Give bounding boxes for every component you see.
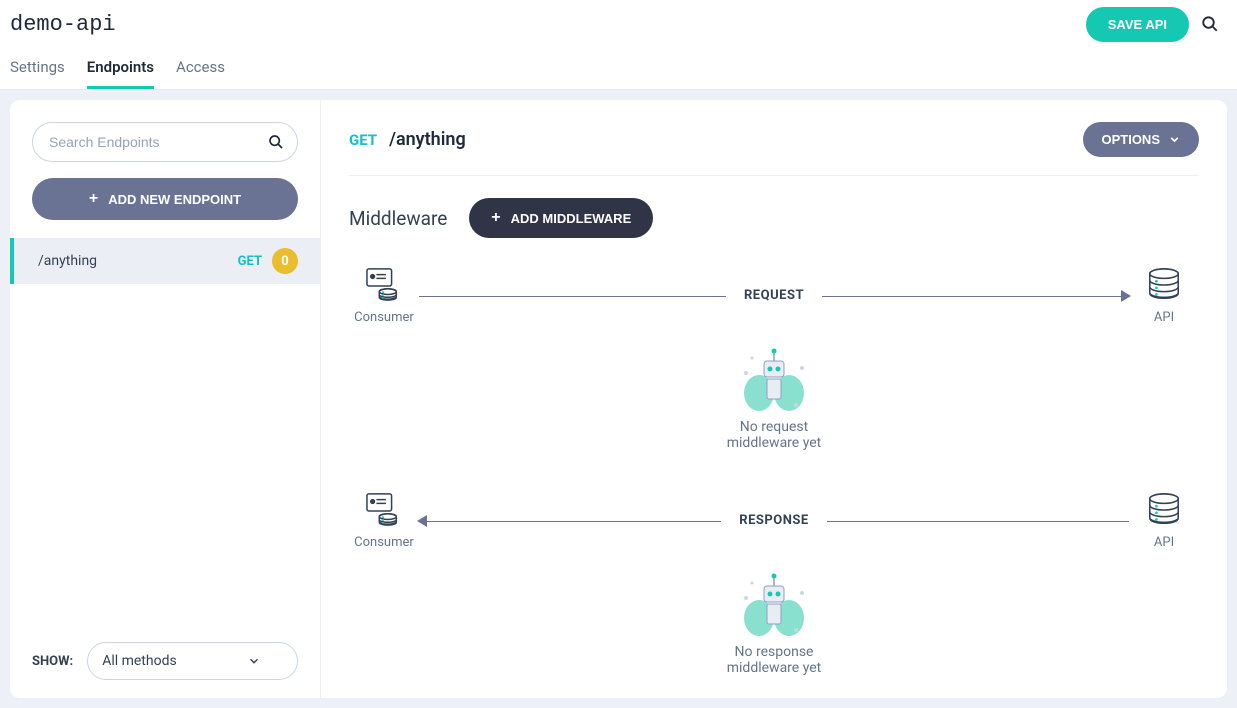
consumer-icon bbox=[365, 267, 403, 303]
show-label: SHOW: bbox=[32, 654, 73, 669]
response-label: RESPONSE bbox=[721, 513, 826, 528]
request-line: REQUEST bbox=[419, 295, 1129, 296]
add-new-endpoint-button[interactable]: + ADD NEW ENDPOINT bbox=[32, 178, 298, 220]
arrow-right-icon bbox=[1121, 290, 1131, 302]
endpoint-search bbox=[32, 122, 298, 162]
sidebar-filter: SHOW: All methods bbox=[10, 642, 320, 680]
middleware-title: Middleware bbox=[349, 207, 447, 230]
endpoint-count-badge: 0 bbox=[272, 248, 298, 274]
body: + ADD NEW ENDPOINT /anything GET 0 SHOW:… bbox=[0, 90, 1237, 708]
options-label: OPTIONS bbox=[1101, 132, 1160, 147]
method-filter-value: All methods bbox=[102, 653, 177, 669]
response-empty-message: No response middleware yet bbox=[727, 644, 822, 676]
tab-access[interactable]: Access bbox=[176, 50, 225, 89]
consumer-label: Consumer bbox=[354, 535, 414, 550]
api-node: API bbox=[1129, 266, 1199, 325]
consumer-icon bbox=[365, 492, 403, 528]
search-input[interactable] bbox=[32, 122, 298, 162]
response-empty-state: No response middleware yet bbox=[349, 568, 1199, 676]
middleware-header: Middleware + ADD MIDDLEWARE bbox=[349, 198, 1199, 238]
add-middleware-label: ADD MIDDLEWARE bbox=[511, 211, 632, 226]
method-filter-select[interactable]: All methods bbox=[87, 642, 298, 680]
request-empty-message: No request middleware yet bbox=[727, 419, 822, 451]
api-label: API bbox=[1154, 310, 1174, 325]
search-icon bbox=[1201, 15, 1219, 33]
endpoint-item[interactable]: /anything GET 0 bbox=[10, 238, 320, 284]
endpoint-path-title: /anything bbox=[389, 129, 466, 150]
main-panel: GET /anything OPTIONS Middleware + ADD M… bbox=[320, 100, 1227, 698]
api-label: API bbox=[1154, 535, 1174, 550]
consumer-label: Consumer bbox=[354, 310, 414, 325]
tab-settings[interactable]: Settings bbox=[10, 50, 65, 89]
chevron-down-icon bbox=[247, 654, 261, 668]
request-label: REQUEST bbox=[726, 288, 822, 303]
sidebar: + ADD NEW ENDPOINT /anything GET 0 SHOW:… bbox=[10, 100, 320, 698]
main-header: GET /anything OPTIONS bbox=[349, 122, 1199, 176]
chevron-down-icon bbox=[1168, 133, 1181, 146]
database-icon bbox=[1145, 267, 1183, 303]
endpoint-method-badge: GET bbox=[349, 131, 377, 149]
plus-icon: + bbox=[89, 190, 98, 208]
endpoint-path: /anything bbox=[38, 253, 97, 269]
consumer-node: Consumer bbox=[349, 491, 419, 550]
request-flow: Consumer REQUEST bbox=[349, 266, 1199, 451]
response-line: RESPONSE bbox=[419, 520, 1129, 521]
options-button[interactable]: OPTIONS bbox=[1083, 122, 1199, 157]
global-search-button[interactable] bbox=[1201, 15, 1219, 33]
consumer-node: Consumer bbox=[349, 266, 419, 325]
database-icon bbox=[1145, 492, 1183, 528]
tabs: Settings Endpoints Access bbox=[0, 50, 1237, 90]
save-api-button[interactable]: SAVE API bbox=[1086, 7, 1189, 42]
arrow-left-icon bbox=[417, 515, 427, 527]
request-empty-state: No request middleware yet bbox=[349, 343, 1199, 451]
response-flow: Consumer RESPONSE bbox=[349, 491, 1199, 676]
add-middleware-button[interactable]: + ADD MIDDLEWARE bbox=[469, 198, 653, 238]
endpoint-list: /anything GET 0 bbox=[10, 238, 320, 642]
add-endpoint-label: ADD NEW ENDPOINT bbox=[108, 192, 241, 207]
tab-endpoints[interactable]: Endpoints bbox=[87, 50, 154, 89]
header: demo-api SAVE API bbox=[0, 0, 1237, 40]
endpoint-method: GET bbox=[238, 254, 262, 269]
robot-illustration-icon bbox=[734, 343, 814, 413]
plus-icon: + bbox=[491, 209, 500, 227]
search-icon bbox=[268, 134, 284, 150]
robot-illustration-icon bbox=[734, 568, 814, 638]
header-actions: SAVE API bbox=[1086, 7, 1219, 42]
api-node: API bbox=[1129, 491, 1199, 550]
page-title: demo-api bbox=[10, 12, 116, 37]
